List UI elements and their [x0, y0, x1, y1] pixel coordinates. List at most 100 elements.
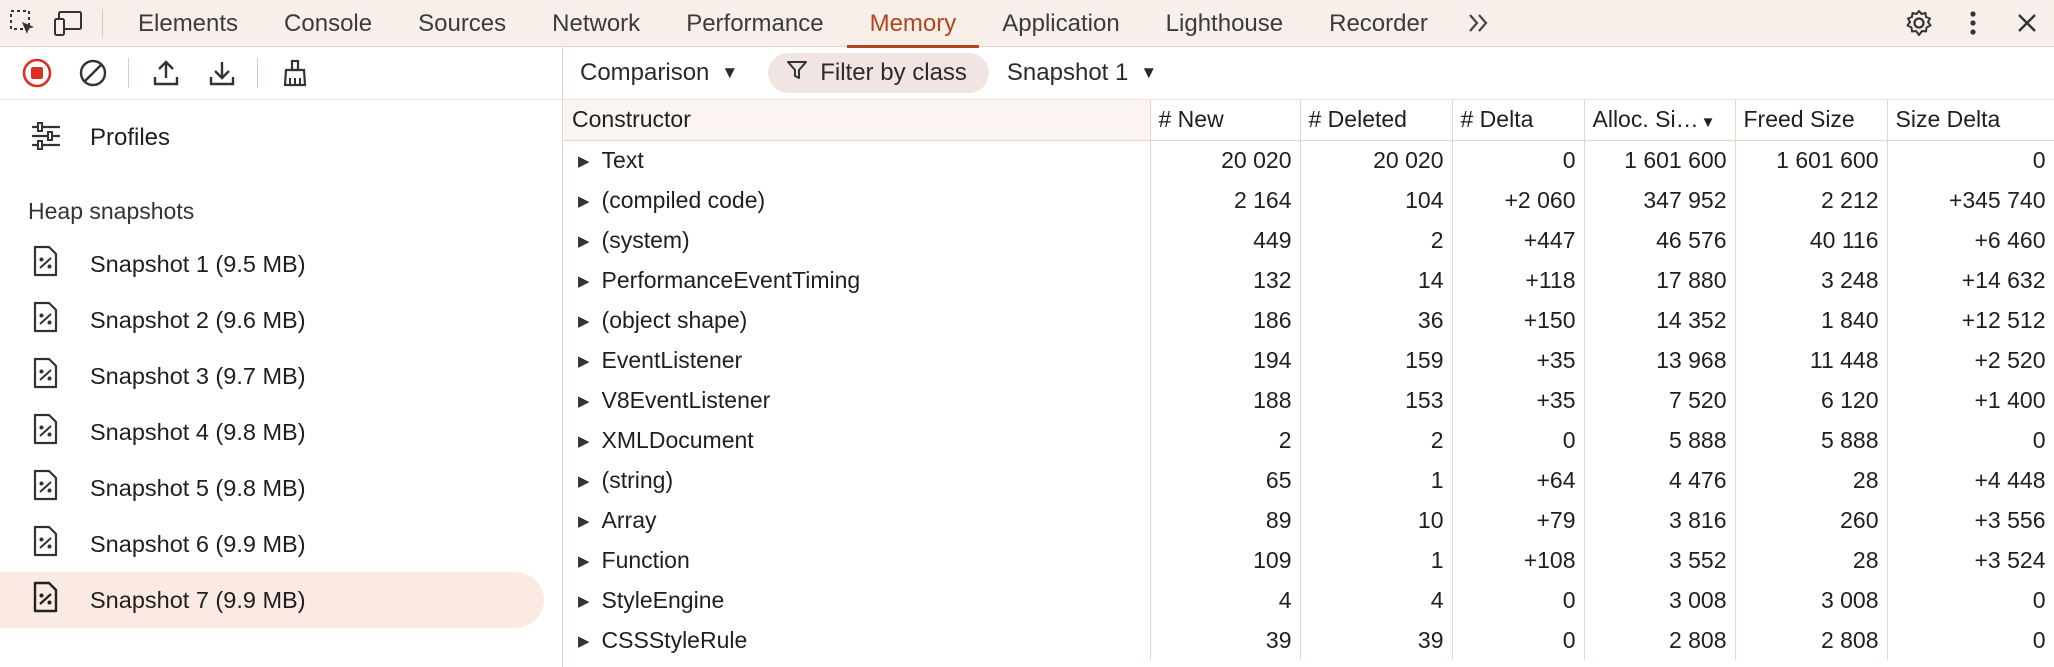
cell-new: 2 164 [1150, 180, 1301, 220]
profiles-header[interactable]: Profiles [0, 100, 562, 176]
view-mode-dropdown[interactable]: Comparison ▼ [580, 59, 738, 87]
tab-elements[interactable]: Elements [115, 0, 261, 47]
table-header-row: Constructor # New # Deleted # Delta Allo… [564, 100, 2054, 141]
tab-recorder[interactable]: Recorder [1306, 0, 1451, 47]
constructor-name: XMLDocument [601, 426, 754, 453]
inspect-element-icon[interactable] [0, 0, 46, 47]
table-row[interactable]: ▶ Text 20 020 20 020 0 1 601 600 1 601 600 0 [564, 140, 2054, 180]
device-toolbar-icon[interactable] [46, 0, 92, 47]
expand-triangle-icon[interactable]: ▶ [578, 552, 590, 570]
constructor-name: EventListener [601, 346, 743, 373]
column-header-freed-size[interactable]: Freed Size [1735, 100, 1888, 141]
expand-triangle-icon[interactable]: ▶ [578, 272, 590, 290]
snapshot-label: Snapshot 7 (9.9 MB) [90, 586, 306, 613]
base-snapshot-label: Snapshot 1 [1006, 59, 1129, 86]
table-row[interactable]: ▶ EventListener 194 159 +35 13 968 11 448 +2 52… [564, 340, 2054, 380]
clear-all-profiles-icon[interactable] [70, 50, 116, 96]
expand-triangle-icon[interactable]: ▶ [578, 312, 590, 330]
cell-size-delta: +2 520 [1887, 340, 2054, 380]
table-row[interactable]: ▶ XMLDocument 2 2 0 5 888 5 888 0 [564, 420, 2054, 460]
table-row[interactable]: ▶ (string) 65 1 +64 4 476 28 +4 448 [564, 460, 2054, 500]
cell-freed-size: 28 [1735, 460, 1888, 500]
column-header-deleted[interactable]: # Deleted [1300, 100, 1453, 141]
heap-snapshot-file-icon [32, 357, 58, 395]
filter-by-class-button[interactable]: Filter by class [768, 53, 989, 93]
snapshot-item[interactable]: Snapshot 3 (9.7 MB) [0, 348, 544, 404]
snapshot-item[interactable]: Snapshot 6 (9.9 MB) [0, 516, 544, 572]
tab-network[interactable]: Network [529, 0, 663, 47]
cell-delta: 0 [1452, 620, 1585, 660]
cell-delta: +108 [1452, 540, 1585, 580]
heap-snapshot-file-icon [32, 245, 58, 283]
expand-triangle-icon[interactable]: ▶ [578, 192, 590, 210]
expand-triangle-icon[interactable]: ▶ [578, 472, 590, 490]
more-options-kebab-icon[interactable] [1946, 0, 2000, 47]
expand-triangle-icon[interactable]: ▶ [578, 432, 590, 450]
tab-lighthouse[interactable]: Lighthouse [1143, 0, 1306, 47]
cell-delta: +64 [1452, 460, 1585, 500]
close-icon[interactable] [2000, 0, 2054, 47]
column-header-size-delta[interactable]: Size Delta [1887, 100, 2054, 141]
cell-size-delta: 0 [1887, 420, 2054, 460]
constructor-name: PerformanceEventTiming [601, 266, 861, 293]
table-row[interactable]: ▶ CSSStyleRule 39 39 0 2 808 2 808 0 [564, 620, 2054, 660]
profiles-sidebar: Profiles Heap snapshots Snapshot 1 (9.5 … [0, 47, 563, 667]
cell-constructor: ▶ EventListener [564, 340, 1151, 380]
collect-garbage-broom-icon[interactable] [272, 50, 318, 96]
stop-recording-icon[interactable] [14, 50, 60, 96]
cell-size-delta: +1 400 [1887, 380, 2054, 420]
column-header-new[interactable]: # New [1150, 100, 1301, 141]
expand-triangle-icon[interactable]: ▶ [578, 512, 590, 530]
cell-alloc-size: 1 601 600 [1584, 140, 1736, 180]
expand-triangle-icon[interactable]: ▶ [578, 592, 590, 610]
expand-triangle-icon[interactable]: ▶ [578, 632, 590, 650]
expand-triangle-icon[interactable]: ▶ [578, 232, 590, 250]
cell-new: 186 [1150, 300, 1301, 340]
heap-snapshot-file-icon [32, 469, 58, 507]
table-row[interactable]: ▶ PerformanceEventTiming 132 14 +118 17 880 3 … [564, 260, 2054, 300]
cell-freed-size: 3 248 [1735, 260, 1888, 300]
table-row[interactable]: ▶ (system) 449 2 +447 46 576 40 116 +6 460 [564, 220, 2054, 260]
table-row[interactable]: ▶ Array 89 10 +79 3 816 260 +3 556 [564, 500, 2054, 540]
tab-performance[interactable]: Performance [663, 0, 846, 47]
save-profile-download-icon[interactable] [199, 50, 245, 96]
column-header-alloc-size[interactable]: Alloc. Si… ▼ [1584, 100, 1736, 141]
constructor-name: (object shape) [601, 306, 748, 333]
snapshot-item[interactable]: Snapshot 5 (9.8 MB) [0, 460, 544, 516]
cell-deleted: 39 [1300, 620, 1453, 660]
snapshot-item-selected[interactable]: Snapshot 7 (9.9 MB) [0, 572, 544, 628]
cell-constructor: ▶ Array [564, 500, 1151, 540]
cell-size-delta: +3 524 [1887, 540, 2054, 580]
table-row[interactable]: ▶ Function 109 1 +108 3 552 28 +3 524 [564, 540, 2054, 580]
cell-freed-size: 28 [1735, 540, 1888, 580]
snapshot-item[interactable]: Snapshot 2 (9.6 MB) [0, 292, 544, 348]
tab-application[interactable]: Application [979, 0, 1142, 47]
expand-triangle-icon[interactable]: ▶ [578, 352, 590, 370]
expand-triangle-icon[interactable]: ▶ [578, 392, 590, 410]
tab-sources[interactable]: Sources [395, 0, 529, 47]
expand-triangle-icon[interactable]: ▶ [578, 152, 590, 170]
snapshot-label: Snapshot 5 (9.8 MB) [90, 474, 306, 501]
table-row[interactable]: ▶ (object shape) 186 36 +150 14 352 1 840 +12 5… [564, 300, 2054, 340]
toolbar-divider [128, 58, 129, 88]
load-profile-upload-icon[interactable] [143, 50, 189, 96]
snapshot-item[interactable]: Snapshot 4 (9.8 MB) [0, 404, 544, 460]
tab-console[interactable]: Console [261, 0, 395, 47]
cell-constructor: ▶ CSSStyleRule [564, 620, 1151, 660]
constructor-name: (system) [601, 226, 690, 253]
constructor-name: StyleEngine [601, 586, 725, 613]
settings-gear-icon[interactable] [1892, 0, 1946, 47]
table-row[interactable]: ▶ StyleEngine 4 4 0 3 008 3 008 0 [564, 580, 2054, 620]
snapshot-item[interactable]: Snapshot 1 (9.5 MB) [0, 236, 544, 292]
cell-new: 188 [1150, 380, 1301, 420]
column-header-delta[interactable]: # Delta [1452, 100, 1585, 141]
cell-new: 4 [1150, 580, 1301, 620]
cell-new: 449 [1150, 220, 1301, 260]
column-header-constructor[interactable]: Constructor [564, 100, 1151, 141]
more-tabs-chevron-icon[interactable] [1451, 0, 1507, 47]
tab-memory[interactable]: Memory [846, 0, 980, 48]
table-row[interactable]: ▶ (compiled code) 2 164 104 +2 060 347 952 2 2… [564, 180, 2054, 220]
constructor-name: Text [601, 146, 644, 173]
table-row[interactable]: ▶ V8EventListener 188 153 +35 7 520 6 120 +1 40… [564, 380, 2054, 420]
base-snapshot-dropdown[interactable]: Snapshot 1 ▼ [1007, 59, 1157, 87]
